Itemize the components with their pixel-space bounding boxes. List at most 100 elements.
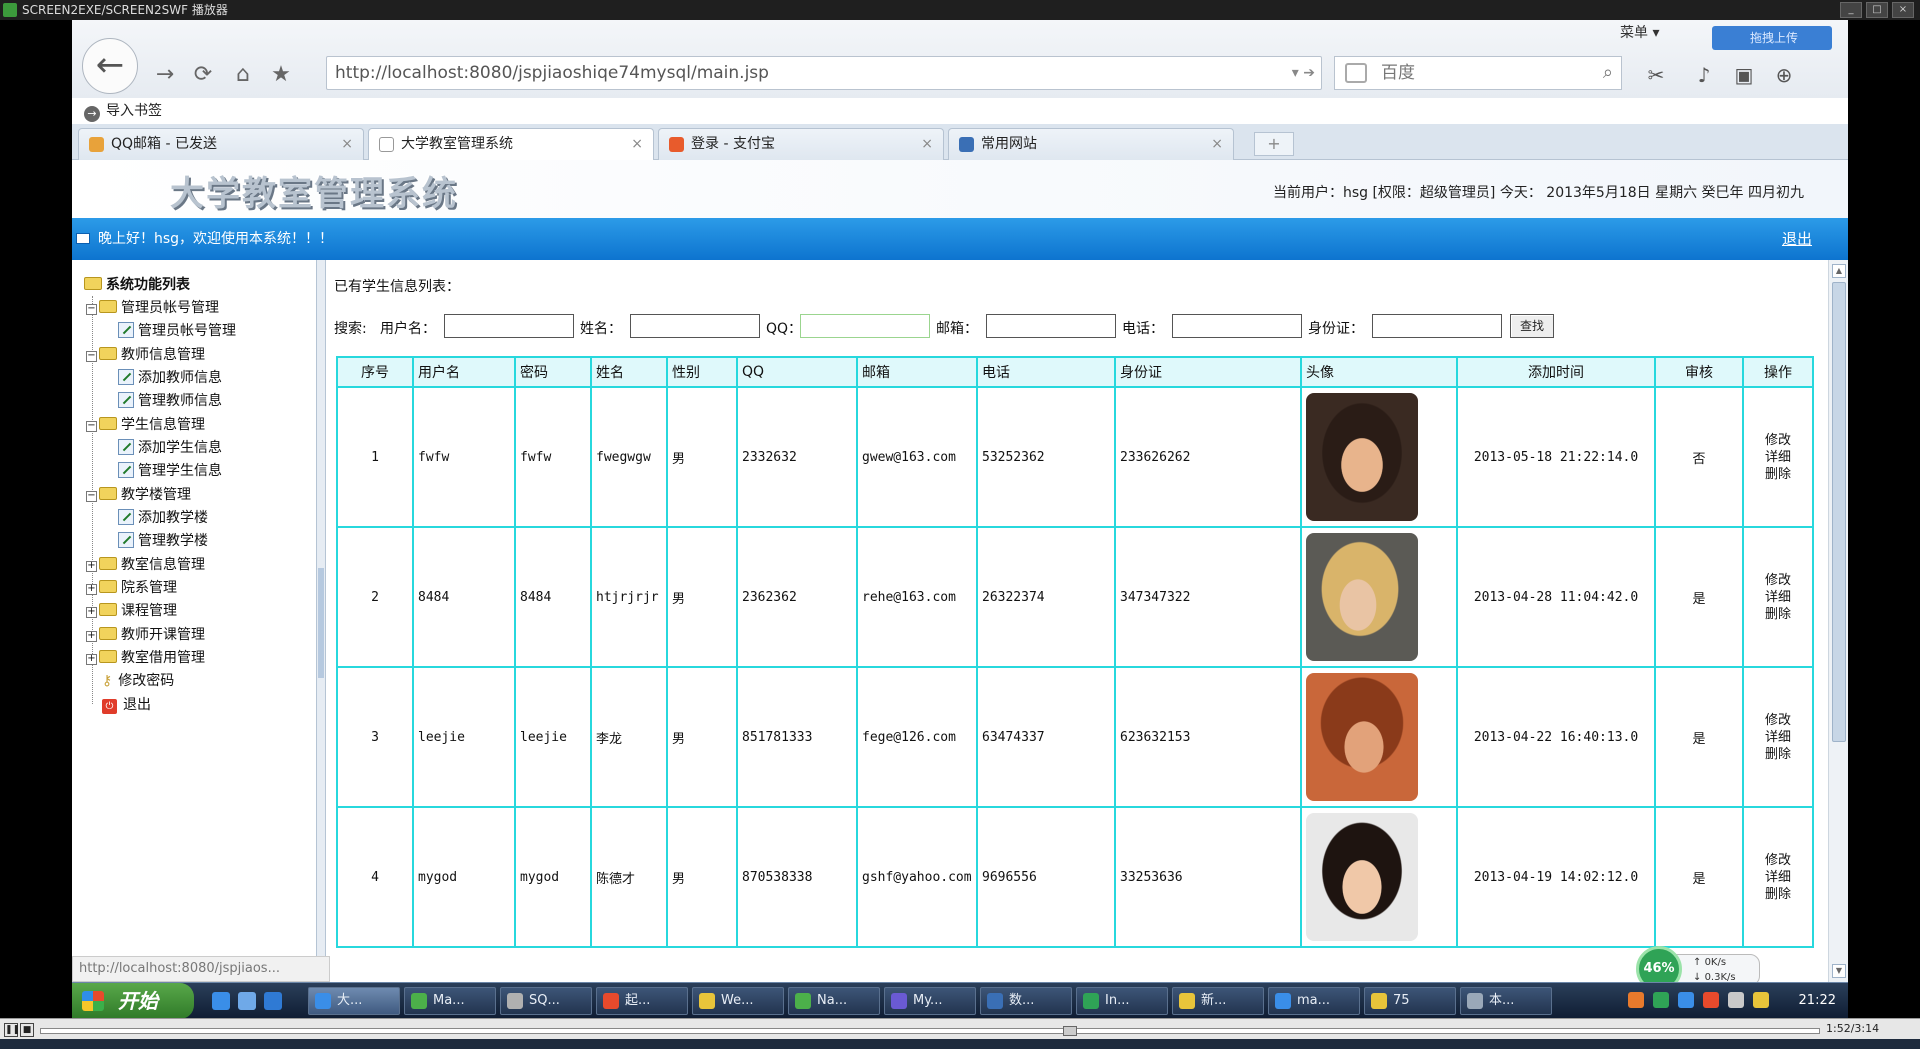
close-tab-icon[interactable]: × [341,129,353,159]
tray-icon[interactable] [1703,992,1720,1008]
edit-link[interactable]: 修改 [1765,573,1791,588]
tray-icon[interactable] [1728,992,1745,1008]
detail-link[interactable]: 详细 [1765,870,1791,885]
tray-icon[interactable] [1678,992,1695,1008]
close-tab-icon[interactable]: × [1211,129,1223,159]
start-button[interactable]: 开始 [72,983,194,1019]
seek-knob[interactable] [1063,1026,1077,1036]
avatar[interactable] [1306,393,1418,521]
tree-item-add-building[interactable]: 添加教学楼 [118,507,208,529]
seek-bar[interactable] [40,1026,1820,1036]
taskbar-button[interactable]: My... [884,987,976,1015]
taskbar-button[interactable]: Ma... [404,987,496,1015]
tree-group-department[interactable]: + 院系管理 [86,577,177,599]
taskbar-button[interactable]: ma... [1268,987,1360,1015]
import-bookmarks[interactable]: → 导入书签 [84,100,162,122]
quicklaunch-icon[interactable] [264,992,282,1010]
speaker-icon[interactable]: ♪ [1688,60,1720,90]
tab-alipay[interactable]: 登录 - 支付宝 × [658,128,944,160]
avatar[interactable] [1306,673,1418,801]
new-tab-button[interactable]: + [1254,132,1294,156]
idcard-search-input[interactable] [1372,314,1502,338]
tree-group-building[interactable]: − 教学楼管理 [86,484,191,506]
scroll-up-icon[interactable]: ▲ [1832,264,1846,278]
tab-classroom-system[interactable]: 大学教室管理系统 × [368,128,654,161]
clock[interactable]: 21:22 [1799,983,1836,1019]
tree-group-classroom-borrow[interactable]: + 教室借用管理 [86,647,205,669]
reload-icon[interactable]: ⟳ [188,60,218,90]
taskbar-button[interactable]: 起... [596,987,688,1015]
taskbar-button[interactable]: In... [1076,987,1168,1015]
avatar[interactable] [1306,533,1418,661]
find-button[interactable]: 查找 [1510,314,1554,338]
detail-link[interactable]: 详细 [1765,730,1791,745]
taskbar-button[interactable]: 本... [1460,987,1552,1015]
sidebar-splitter[interactable] [316,260,326,982]
tree-item-admin-manage[interactable]: 管理员帐号管理 [118,320,236,342]
detail-link[interactable]: 详细 [1765,450,1791,465]
tree-item-add-teacher[interactable]: 添加教师信息 [118,367,222,389]
stop-icon[interactable]: ■ [20,1023,34,1037]
taskbar-button[interactable]: 75 [1364,987,1456,1015]
tree-group-teacher[interactable]: − 教师信息管理 [86,344,205,366]
ie-icon[interactable] [212,992,230,1010]
scissors-icon[interactable]: ✂ [1640,60,1672,90]
edit-link[interactable]: 修改 [1765,713,1791,728]
tree-group-classroom[interactable]: + 教室信息管理 [86,554,205,576]
delete-link[interactable]: 删除 [1765,887,1791,902]
tree-item-manage-student[interactable]: 管理学生信息 [118,460,222,482]
home-icon[interactable]: ⌂ [228,60,258,90]
qq-search-input[interactable] [800,314,930,338]
tree-item-manage-building[interactable]: 管理教学楼 [118,530,208,552]
scroll-down-icon[interactable]: ▼ [1832,964,1846,978]
search-icon[interactable]: ⌕ [1603,57,1613,89]
tray-icon[interactable] [1753,992,1770,1008]
close-tab-icon[interactable]: × [921,129,933,159]
tree-item-change-password[interactable]: ⚷ 修改密码 [102,670,174,692]
edit-link[interactable]: 修改 [1765,853,1791,868]
taskbar-button[interactable]: Na... [788,987,880,1015]
tree-item-manage-teacher[interactable]: 管理教师信息 [118,390,222,412]
window-icon[interactable]: ▣ [1728,60,1760,90]
download-icon[interactable]: ⊕ [1768,60,1800,90]
taskbar-button[interactable]: SQ... [500,987,592,1015]
tray-icon[interactable] [1628,992,1644,1008]
close-tab-icon[interactable]: × [631,129,643,159]
tree-group-admin[interactable]: − 管理员帐号管理 [86,297,219,319]
tree-group-teacher-course[interactable]: + 教师开课管理 [86,624,205,646]
close-button[interactable]: × [1892,2,1914,18]
delete-link[interactable]: 删除 [1765,607,1791,622]
taskbar-button[interactable]: We... [692,987,784,1015]
minimize-button[interactable]: _ [1840,2,1862,18]
tree-group-course[interactable]: + 课程管理 [86,600,177,622]
tree-item-add-student[interactable]: 添加学生信息 [118,437,222,459]
delete-link[interactable]: 删除 [1765,747,1791,762]
star-icon[interactable]: ★ [266,60,296,90]
pause-icon[interactable]: ❚❚ [4,1023,20,1037]
menu-button[interactable]: 菜单 ▾ [1620,22,1659,42]
taskbar-button[interactable]: 新... [1172,987,1264,1015]
edit-link[interactable]: 修改 [1765,433,1791,448]
logout-link[interactable]: 退出 [1782,218,1812,260]
username-search-input[interactable] [444,314,574,338]
back-button[interactable]: ← [82,38,138,94]
address-bar[interactable]: http://localhost:8080/jspjiaoshiqe74mysq… [326,56,1322,90]
quicklaunch-icon[interactable] [238,992,256,1010]
forward-button[interactable]: → [150,60,180,90]
taskbar-button[interactable]: 数... [980,987,1072,1015]
phone-search-input[interactable] [1172,314,1302,338]
splitter-grip[interactable] [318,568,324,678]
vertical-scrollbar[interactable]: ▲ ▼ [1828,260,1848,982]
search-input[interactable]: 百度 ⌕ [1334,56,1622,90]
name-search-input[interactable] [630,314,760,338]
tab-qq-mail[interactable]: QQ邮箱 - 已发送 × [78,128,364,160]
detail-link[interactable]: 详细 [1765,590,1791,605]
tree-item-exit[interactable]: ⏻ 退出 [102,694,151,716]
taskbar-button[interactable]: 大... [308,987,400,1015]
tab-common-sites[interactable]: 常用网站 × [948,128,1234,160]
tray-icon[interactable] [1653,992,1670,1008]
tree-group-student[interactable]: − 学生信息管理 [86,414,205,436]
email-search-input[interactable] [986,314,1116,338]
scroll-thumb[interactable] [1832,282,1846,742]
go-arrow-icon[interactable]: ▾ ➔ [1292,57,1315,89]
